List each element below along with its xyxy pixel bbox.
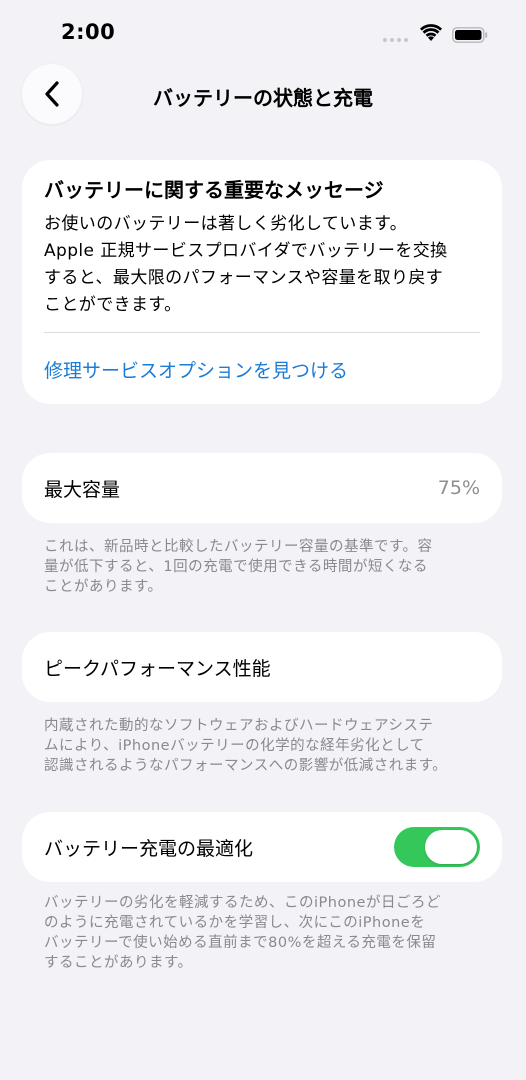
charging-optimization-footnote: バッテリーの劣化を軽減するため、このiPhoneが日ごろど のように充電されてい… [44, 893, 484, 973]
footnote-line: 認識されるようなパフォーマンスへの影響が低減されます。 [44, 758, 448, 774]
footnote-line: のように充電されているかを学習し、次にこのiPhoneを [44, 915, 426, 931]
max-capacity-row: 最大容量 75% [22, 453, 502, 523]
max-capacity-value: 75% [437, 477, 480, 499]
footnote-line: バッテリーで使い始める直前まで80%を超える充電を保留 [44, 935, 437, 951]
footnote-line: 内蔵された動的なソフトウェアおよびハードウェアシステ [44, 718, 434, 734]
footnote-line: これは、新品時と比較したバッテリー容量の基準です。容 [44, 539, 433, 555]
peak-performance-footnote: 内蔵された動的なソフトウェアおよびハードウェアシステ ムにより、iPhoneバッ… [44, 716, 484, 776]
message-body-line: Apple 正規サービスプロバイダでバッテリーを交換 [44, 241, 448, 261]
charging-optimization-label: バッテリー充電の最適化 [44, 837, 254, 860]
footnote-line: バッテリーの劣化を軽減するため、このiPhoneが日ごろど [44, 895, 441, 911]
footnote-line: 量が低下すると、1回の充電で使用できる時間が短くなる [44, 559, 428, 575]
status-bar: 2:00 [0, 0, 526, 70]
charging-optimization-toggle[interactable] [394, 827, 480, 867]
divider [44, 332, 480, 333]
peak-performance-label: ピークパフォーマンス性能 [44, 657, 271, 680]
cellular-signal-icon [383, 38, 408, 42]
message-body-line: お使いのバッテリーは著しく劣化しています。 [44, 214, 408, 234]
wifi-icon [420, 24, 442, 41]
peak-performance-row: ピークパフォーマンス性能 [22, 632, 502, 702]
battery-icon [452, 27, 488, 43]
status-time: 2:00 [61, 20, 116, 44]
message-body-line: すると、最大限のパフォーマンスや容量を取り戻す [44, 268, 444, 288]
message-body: お使いのバッテリーは著しく劣化しています。 Apple 正規サービスプロバイダで… [44, 211, 480, 319]
battery-message-card: バッテリーに関する重要なメッセージ お使いのバッテリーは著しく劣化しています。 … [22, 160, 502, 404]
charging-optimization-row: バッテリー充電の最適化 [22, 812, 502, 882]
footnote-line: することがあります。 [44, 955, 193, 971]
max-capacity-footnote: これは、新品時と比較したバッテリー容量の基準です。容 量が低下すると、1回の充電… [44, 537, 484, 597]
find-repair-options-link[interactable]: 修理サービスオプションを見つける [44, 356, 480, 383]
message-title: バッテリーに関する重要なメッセージ [44, 178, 384, 202]
footnote-line: ことがあります。 [44, 579, 163, 595]
max-capacity-label: 最大容量 [44, 478, 121, 501]
page-title: バッテリーの状態と充電 [153, 86, 373, 110]
message-body-line: ことができます。 [44, 295, 182, 315]
toggle-knob [425, 830, 477, 864]
footnote-line: ムにより、iPhoneバッテリーの化学的な経年劣化として [44, 738, 425, 754]
